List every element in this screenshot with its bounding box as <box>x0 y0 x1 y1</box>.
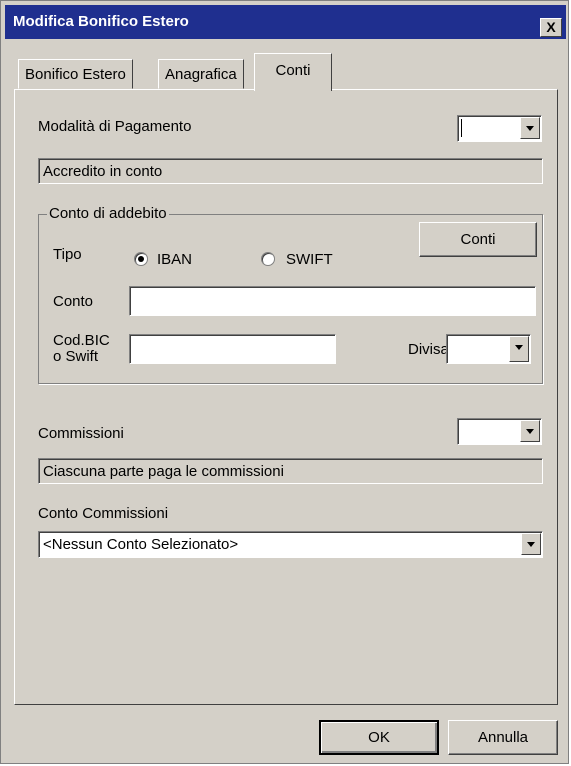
chevron-down-icon[interactable] <box>521 533 541 555</box>
bic-label-line1: Cod.BIC <box>53 332 110 349</box>
radio-iban[interactable] <box>134 252 148 266</box>
chevron-down-icon[interactable] <box>509 336 529 362</box>
window-title: Modifica Bonifico Estero <box>13 13 189 30</box>
bic-label-line2: o Swift <box>53 348 99 365</box>
conto-input[interactable] <box>129 286 536 316</box>
commissions-account-label: Conto Commissioni <box>38 505 169 522</box>
payment-mode-select[interactable] <box>457 115 542 142</box>
commissions-label: Commissioni <box>38 425 124 442</box>
dialog-window: Modifica Bonifico Estero X Bonifico Este… <box>0 0 569 764</box>
radio-swift[interactable] <box>261 252 275 266</box>
commissions-description: Ciascuna parte paga le commissioni <box>38 458 543 484</box>
bic-swift-input[interactable] <box>129 334 336 364</box>
tab-conti[interactable]: Conti <box>254 53 332 91</box>
divisa-label: Divisa <box>408 341 449 358</box>
divisa-select[interactable] <box>446 334 531 364</box>
payment-mode-label: Modalità di Pagamento <box>38 118 192 135</box>
title-bar[interactable]: Modifica Bonifico Estero X <box>5 5 566 39</box>
tipo-label: Tipo <box>53 246 82 263</box>
chevron-down-icon[interactable] <box>520 420 540 442</box>
ok-button[interactable]: OK <box>319 720 439 755</box>
chevron-down-icon[interactable] <box>520 117 540 139</box>
close-button[interactable]: X <box>540 18 562 37</box>
text-caret <box>461 119 462 137</box>
tab-bonifico-estero[interactable]: Bonifico Estero <box>18 59 133 89</box>
conti-button[interactable]: Conti <box>419 222 537 257</box>
commissions-select[interactable] <box>457 418 542 445</box>
debit-account-group-title: Conto di addebito <box>47 205 169 222</box>
conto-label: Conto <box>53 293 94 310</box>
commissions-account-select[interactable]: <Nessun Conto Selezionato> <box>38 531 543 558</box>
payment-mode-description: Accredito in conto <box>38 158 543 184</box>
radio-iban-label[interactable]: IBAN <box>157 251 192 268</box>
cancel-button[interactable]: Annulla <box>448 720 558 755</box>
radio-swift-label[interactable]: SWIFT <box>286 251 333 268</box>
tab-anagrafica[interactable]: Anagrafica <box>158 59 244 89</box>
